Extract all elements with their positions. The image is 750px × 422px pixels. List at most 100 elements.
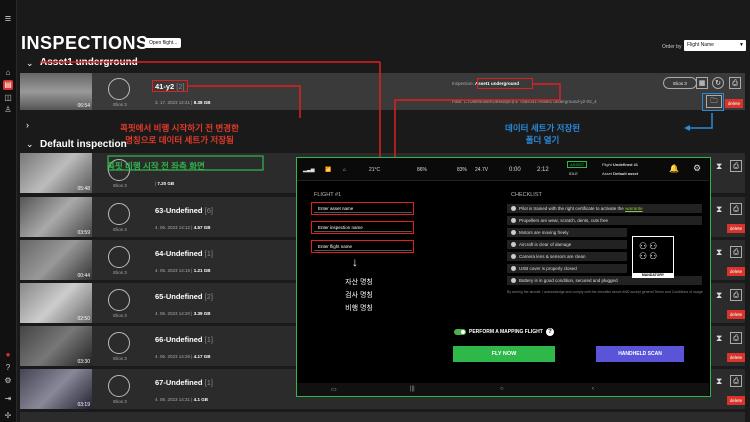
page-title: INSPECTIONS (21, 33, 149, 53)
chevron-down-icon[interactable]: ⌄ (26, 58, 34, 69)
annotation-green: 콕핏 비행 시작 전 좌측 화면 (107, 161, 205, 171)
flight-meta: 4. 06. 2023 14:15 | 1.21 GB (155, 268, 211, 273)
help-icon[interactable]: ? (3, 363, 13, 373)
drone-icon (108, 203, 130, 225)
drone-label: Elios 3 (113, 399, 127, 404)
elios-badge: Elios 3 (663, 77, 697, 89)
flight-meta: 4. 06. 2023 14:20 | 3.39 GB (155, 311, 211, 316)
annotation-box-inputs (311, 240, 414, 253)
checklist-item[interactable]: Aircraft is clear of damage (507, 240, 627, 249)
report-icon[interactable]: ⎙ (730, 160, 742, 172)
mapping-toggle[interactable] (454, 329, 466, 335)
checklist-item[interactable]: Propellers are wear, scratch, dents, cut… (507, 216, 702, 225)
hourglass-icon[interactable]: ⧗ (716, 247, 722, 258)
home-nav-icon[interactable]: ○ (500, 386, 504, 392)
annotation-box-flight-name (152, 80, 188, 92)
flight-thumbnail: 03:19 (20, 369, 92, 409)
flight-thumbnail: 02:50 (20, 283, 92, 323)
delete-button[interactable]: delete (727, 353, 745, 362)
report-icon[interactable]: ⎙ (730, 203, 742, 215)
checklist-item[interactable]: Motors are moving freely (507, 228, 627, 237)
inspections-icon[interactable]: ▤ (3, 80, 13, 90)
help-icon[interactable]: ? (546, 328, 554, 336)
asset-label: Asset Default asset (602, 171, 639, 176)
checklist-item[interactable]: Camera lens & sensors are clean (507, 252, 627, 261)
back-icon[interactable]: ‹ (592, 386, 594, 392)
menu-icon[interactable]: ≡ (3, 14, 13, 25)
report-icon[interactable]: ⎙ (730, 289, 742, 301)
report-icon[interactable]: ⎙ (730, 332, 742, 344)
time1: 0:00 (509, 167, 521, 173)
annotation-box-inputs (311, 202, 414, 215)
flight-meta: 4. 06. 2023 14:26 | 4.17 GB (155, 354, 211, 359)
checklist-item[interactable]: USB cover is properly closed (507, 264, 627, 273)
checklist-item[interactable]: Pilot is trained with the right certific… (507, 204, 702, 213)
drone-icon (108, 332, 130, 354)
screenshot-icon[interactable]: ▭ (331, 386, 337, 393)
hourglass-icon[interactable]: ⧗ (716, 376, 722, 387)
android-nav-bar: ▭ ||| ○ ‹ (297, 383, 709, 396)
delete-button[interactable]: delete (727, 396, 745, 405)
battery1: 86% (417, 167, 428, 173)
temp: 21°C (369, 167, 381, 173)
mandatory-badge: ⚇⚇ ⚇⚇ MANDATORY (632, 236, 674, 278)
flight-meta: 3. 17. 2023 12:41 | 8.38 GB (155, 100, 211, 105)
annotation-box-inputs (311, 221, 414, 234)
drone-label: Elios 3 (113, 183, 127, 188)
logout-icon[interactable]: ⇥ (3, 394, 13, 404)
delete-button[interactable]: delete (727, 310, 745, 319)
recents-icon[interactable]: ||| (410, 386, 415, 392)
person-icon[interactable]: ♙ (3, 105, 13, 115)
hourglass-icon[interactable]: ⧗ (716, 204, 722, 215)
cube-icon[interactable]: ◫ (3, 93, 13, 103)
delete-button[interactable]: delete (727, 267, 745, 276)
battery2: 83% (457, 167, 468, 173)
flight-name: 64-Undefined [1] (155, 249, 213, 258)
idle-badge: IDLE (569, 171, 578, 176)
flight-row-selected[interactable]: 06:54 Elios 3 41-y2 [2] 3. 17. 2023 12:4… (20, 73, 745, 110)
hourglass-icon[interactable]: ⧗ (716, 333, 722, 344)
home-icon[interactable]: ⌂ (3, 68, 13, 78)
group-title-asset1[interactable]: Asset1 underground (40, 57, 138, 68)
report-icon[interactable]: ⎙ (729, 77, 741, 89)
drone-label: Elios 3 (113, 270, 127, 275)
chevron-down-icon[interactable]: ⌄ (26, 139, 34, 150)
refresh-icon[interactable]: ↻ (712, 77, 724, 89)
drone-icon (108, 78, 130, 100)
report-icon[interactable]: ⎙ (730, 246, 742, 258)
report-icon[interactable]: ⎙ (730, 375, 742, 387)
agreement-text: By arming the aircraft, I acknowledge an… (507, 290, 703, 294)
flight-meta: | 7.20 GB (155, 181, 175, 186)
duration: 06:54 (77, 103, 90, 109)
flight-meta: 4. 06. 2023 14:12 | 4.57 GB (155, 225, 211, 230)
delete-button[interactable]: delete (727, 224, 745, 233)
grid-icon[interactable]: ▦ (696, 77, 708, 89)
flight-thumbnail: 06:54 (20, 73, 92, 110)
hourglass-icon[interactable]: ⧗ (716, 161, 722, 172)
group-title-default[interactable]: Default inspection (40, 139, 127, 150)
chevron-right-icon[interactable]: › (26, 120, 29, 130)
delete-button[interactable]: delete (725, 99, 743, 108)
order-by-select[interactable]: Flight Name ▼ (684, 40, 746, 51)
settings-icon[interactable]: ⚙ (3, 376, 13, 386)
gear-icon[interactable]: ⚙ (693, 163, 701, 174)
notification-icon[interactable]: ● (3, 350, 13, 360)
drone-label: Elios 3 (113, 313, 127, 318)
flight-name: 63-Undefined [6] (155, 206, 213, 215)
bell-icon[interactable]: 🔔 (669, 164, 679, 173)
annotation-box-folder (702, 93, 724, 111)
fly-now-button[interactable]: FLY NOW (453, 346, 555, 362)
time2: 2:12 (537, 167, 549, 173)
arrow-down-icon: ↓ (352, 255, 358, 269)
flight-thumbnail: 00:44 (20, 240, 92, 280)
flight-name: 67-Undefined [1] (155, 378, 213, 387)
chevron-down-icon: ▼ (739, 42, 744, 48)
open-flight-button[interactable]: Open flight... (145, 38, 182, 48)
left-sidebar: ≡ ⌂ ▤ ◫ ♙ ● ? ⚙ ⇥ ✢ (0, 0, 17, 422)
mandatory-icons: ⚇⚇ ⚇⚇ (639, 241, 660, 261)
hourglass-icon[interactable]: ⧗ (716, 290, 722, 301)
wifi-icon: 📶 (325, 167, 332, 173)
handheld-scan-button[interactable]: HANDHELD SCAN (596, 346, 684, 362)
home-badge: ⌂ (343, 167, 347, 173)
flight-row[interactable] (20, 412, 745, 422)
